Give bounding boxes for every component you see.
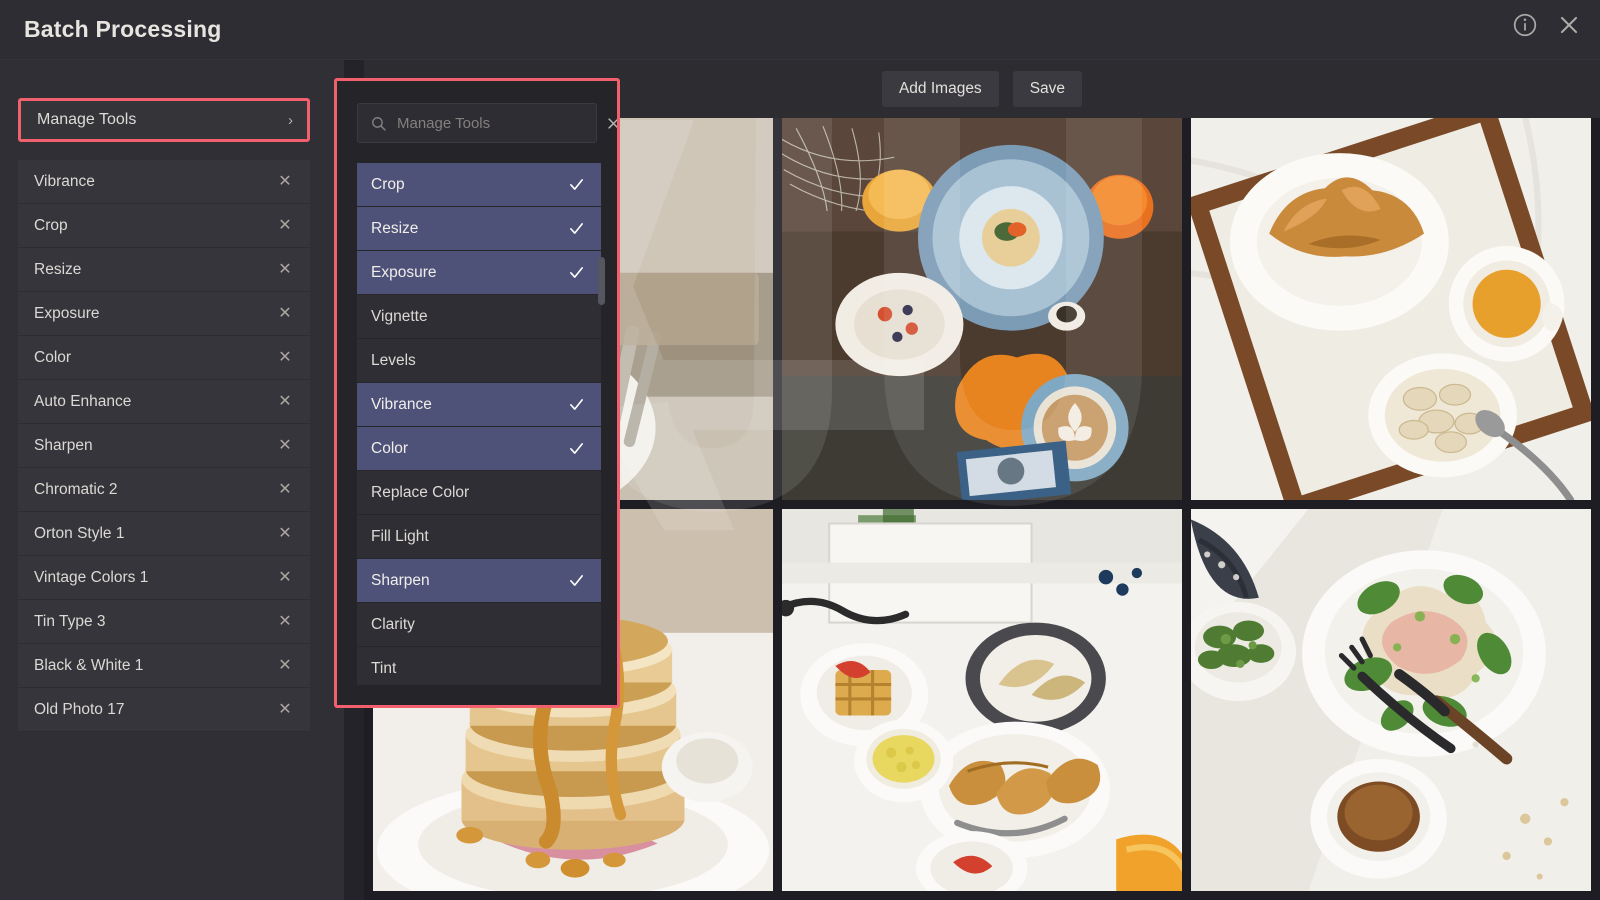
add-images-button[interactable]: Add Images — [881, 71, 999, 107]
manage-tools-dropdown: Crop Resize Exposure Vignette Levels Vibrance… — [337, 81, 617, 705]
tool-option-label: Vibrance — [371, 395, 432, 413]
tool-label: Resize — [34, 260, 82, 278]
tool-row[interactable]: Resize ✕ — [18, 248, 310, 292]
remove-tool-icon[interactable]: ✕ — [276, 525, 294, 542]
batch-processing-window: Batch Processing Manage Tools › Vibrance… — [0, 0, 1600, 900]
info-icon[interactable] — [1512, 12, 1538, 38]
tool-label: Exposure — [34, 304, 100, 322]
salad-plate-coffee-cup — [1191, 509, 1591, 891]
tool-option[interactable]: Levels — [357, 339, 601, 383]
tools-option-list: Crop Resize Exposure Vignette Levels Vibrance… — [357, 163, 601, 685]
tool-row[interactable]: Chromatic 2 ✕ — [18, 468, 310, 512]
tool-option[interactable]: Replace Color — [357, 471, 601, 515]
tool-option-label: Levels — [371, 351, 416, 369]
gallery-item[interactable] — [782, 509, 1182, 891]
tool-row[interactable]: Old Photo 17 ✕ — [18, 688, 310, 732]
close-icon[interactable] — [606, 116, 617, 131]
tool-option-label: Replace Color — [371, 483, 470, 501]
tool-label: Old Photo 17 — [34, 700, 125, 718]
remove-tool-icon[interactable]: ✕ — [276, 481, 294, 498]
tool-option[interactable]: Color — [357, 427, 601, 471]
check-icon — [570, 223, 583, 234]
tool-label: Color — [34, 348, 72, 366]
search-icon — [372, 116, 386, 131]
tool-option-label: Fill Light — [371, 527, 429, 545]
chevron-right-icon: › — [288, 111, 293, 129]
waffles-croissants-table — [782, 509, 1182, 891]
tool-option[interactable]: Sharpen — [357, 559, 601, 603]
save-button[interactable]: Save — [1012, 71, 1083, 107]
remove-tool-icon[interactable]: ✕ — [276, 569, 294, 586]
tool-label: Vintage Colors 1 — [34, 568, 149, 586]
check-icon — [570, 399, 583, 410]
tool-option-label: Resize — [371, 219, 419, 237]
title-bar: Batch Processing — [0, 0, 1600, 60]
remove-tool-icon[interactable]: ✕ — [276, 657, 294, 674]
tool-row[interactable]: Black & White 1 ✕ — [18, 644, 310, 688]
applied-tools-list: Vibrance ✕ Crop ✕ Resize ✕ Exposure ✕ Color ✕ Auto… — [18, 160, 310, 732]
check-icon — [570, 575, 583, 586]
window-actions — [1512, 12, 1582, 38]
tool-row[interactable]: Vibrance ✕ — [18, 160, 310, 204]
tool-option-label: Crop — [371, 175, 405, 193]
tool-option[interactable]: Vignette — [357, 295, 601, 339]
tool-label: Black & White 1 — [34, 656, 144, 674]
remove-tool-icon[interactable]: ✕ — [276, 261, 294, 278]
tool-row[interactable]: Color ✕ — [18, 336, 310, 380]
tool-label: Vibrance — [34, 172, 95, 190]
tool-option[interactable]: Vibrance — [357, 383, 601, 427]
tool-label: Crop — [34, 216, 68, 234]
tool-row[interactable]: Crop ✕ — [18, 204, 310, 248]
tool-option[interactable]: Resize — [357, 207, 601, 251]
remove-tool-icon[interactable]: ✕ — [276, 701, 294, 718]
tool-row[interactable]: Exposure ✕ — [18, 292, 310, 336]
tool-option[interactable]: Tint — [357, 647, 601, 685]
tool-option-label: Color — [371, 439, 409, 457]
tool-row[interactable]: Orton Style 1 ✕ — [18, 512, 310, 556]
tool-label: Orton Style 1 — [34, 524, 125, 542]
remove-tool-icon[interactable]: ✕ — [276, 349, 294, 366]
page-title: Batch Processing — [24, 16, 222, 42]
tool-option-label: Sharpen — [371, 571, 430, 589]
check-icon — [570, 179, 583, 190]
tool-row[interactable]: Sharpen ✕ — [18, 424, 310, 468]
search-input[interactable] — [397, 114, 596, 132]
tool-option-label: Clarity — [371, 615, 415, 633]
croissant-tray-juice-bowl — [1191, 118, 1591, 500]
remove-tool-icon[interactable]: ✕ — [276, 217, 294, 234]
tool-option-label: Tint — [371, 659, 397, 677]
tool-label: Chromatic 2 — [34, 480, 118, 498]
check-icon — [570, 267, 583, 278]
manage-tools-button[interactable]: Manage Tools › — [21, 101, 307, 139]
brunch-flatlay-blue-plate — [782, 118, 1182, 500]
tool-label: Tin Type 3 — [34, 612, 106, 630]
manage-tools-container: Manage Tools › — [18, 98, 310, 142]
tool-option[interactable]: Exposure — [357, 251, 601, 295]
tools-search-box[interactable] — [357, 103, 617, 143]
tool-option-label: Exposure — [371, 263, 437, 281]
check-icon — [570, 443, 583, 454]
remove-tool-icon[interactable]: ✕ — [276, 305, 294, 322]
tool-label: Auto Enhance — [34, 392, 132, 410]
manage-tools-label: Manage Tools — [37, 111, 137, 128]
tool-option[interactable]: Crop — [357, 163, 601, 207]
tool-row[interactable]: Vintage Colors 1 ✕ — [18, 556, 310, 600]
tool-row[interactable]: Auto Enhance ✕ — [18, 380, 310, 424]
dropdown-scrollbar-track[interactable] — [598, 167, 611, 677]
gallery-item[interactable] — [1191, 118, 1591, 500]
remove-tool-icon[interactable]: ✕ — [276, 613, 294, 630]
tool-option-label: Vignette — [371, 307, 428, 325]
tool-option[interactable]: Fill Light — [357, 515, 601, 559]
tool-option[interactable]: Clarity — [357, 603, 601, 647]
dropdown-scrollbar-thumb[interactable] — [598, 257, 605, 305]
gallery-item[interactable] — [782, 118, 1182, 500]
remove-tool-icon[interactable]: ✕ — [276, 393, 294, 410]
tool-label: Sharpen — [34, 436, 93, 454]
tools-sidebar: Manage Tools › Vibrance ✕ Crop ✕ Resize ✕ Expo… — [0, 60, 344, 900]
close-icon[interactable] — [1556, 12, 1582, 38]
remove-tool-icon[interactable]: ✕ — [276, 437, 294, 454]
tool-row[interactable]: Tin Type 3 ✕ — [18, 600, 310, 644]
remove-tool-icon[interactable]: ✕ — [276, 173, 294, 190]
gallery-item[interactable] — [1191, 509, 1591, 891]
